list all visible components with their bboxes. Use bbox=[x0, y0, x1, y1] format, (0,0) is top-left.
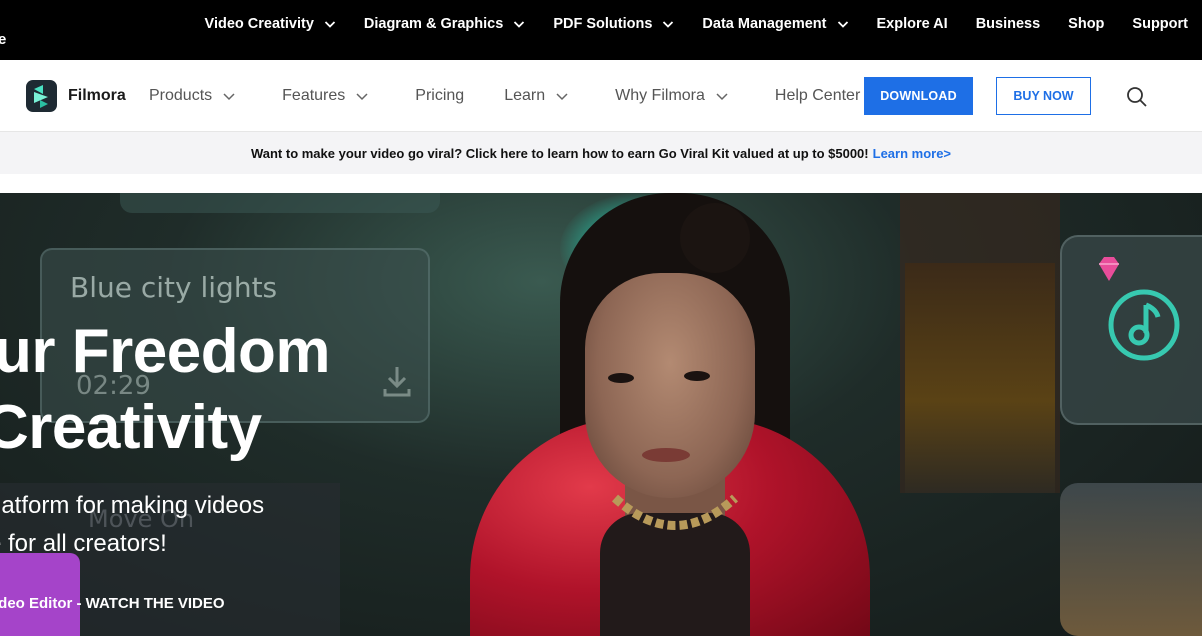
learn-more-link[interactable]: Learn more> bbox=[873, 146, 951, 161]
chevron-down-icon bbox=[837, 21, 848, 28]
topnav-label: Diagram & Graphics bbox=[363, 16, 504, 32]
top-global-nav: Video Creativity Diagram & Graphics PDF … bbox=[205, 0, 1202, 48]
topnav-label: PDF Solutions bbox=[553, 16, 653, 32]
download-button[interactable]: DOWNLOAD bbox=[864, 77, 973, 115]
hero-subtitle-line1: latform for making videos bbox=[0, 492, 265, 519]
hero-title-line2: Creativity bbox=[0, 393, 262, 462]
download-icon bbox=[383, 367, 411, 397]
watch-video-link[interactable]: ideo Editor - WATCH THE VIDEO bbox=[0, 595, 225, 612]
promo-banner[interactable]: Want to make your video go viral? Click … bbox=[0, 132, 1202, 174]
nav-label: Help Center bbox=[774, 87, 861, 104]
filmora-logo-icon bbox=[26, 80, 57, 112]
nav-features[interactable]: Features bbox=[282, 87, 369, 105]
topnav-label: Support bbox=[1132, 16, 1188, 32]
nav-label: Learn bbox=[504, 87, 546, 104]
nav-label: Why Filmora bbox=[615, 87, 705, 104]
topnav-diagram-graphics[interactable]: Diagram & Graphics bbox=[364, 16, 525, 32]
topnav-label: Explore AI bbox=[876, 16, 948, 32]
nav-label: Products bbox=[149, 87, 213, 104]
hero-person-eye bbox=[684, 371, 710, 381]
hero-title-line1: ur Freedom bbox=[0, 317, 331, 386]
hero-person-hair-bun bbox=[680, 203, 750, 273]
chevron-down-icon bbox=[223, 93, 235, 101]
nav-why-filmora[interactable]: Why Filmora bbox=[615, 87, 729, 105]
chevron-down-icon bbox=[514, 21, 525, 28]
main-header: Filmora Products Features Pricing Learn … bbox=[0, 60, 1202, 132]
nav-label: Features bbox=[282, 87, 346, 104]
topnav-video-creativity[interactable]: Video Creativity bbox=[205, 16, 336, 32]
hero-person-face bbox=[585, 273, 755, 498]
topnav-shop[interactable]: Shop bbox=[1068, 16, 1104, 32]
nav-label: Pricing bbox=[415, 87, 465, 104]
hero-person-lips bbox=[642, 448, 690, 462]
buy-now-button[interactable]: BUY NOW bbox=[996, 77, 1091, 115]
hero-section: Blue city lights 02:29 Move On ur Freedo… bbox=[0, 193, 1202, 636]
hero-panel-label: Blue city lights bbox=[70, 271, 278, 304]
hero-deco-right-image bbox=[905, 263, 1055, 493]
nav-pricing[interactable]: Pricing bbox=[415, 87, 464, 105]
filmora-logo[interactable]: Filmora bbox=[26, 80, 126, 112]
gem-icon bbox=[1099, 257, 1119, 281]
chevron-down-icon bbox=[324, 21, 336, 28]
topnav-explore-ai[interactable]: Explore AI bbox=[877, 16, 948, 32]
topbar-edge-text: e bbox=[0, 31, 7, 48]
topnav-label: Data Management bbox=[702, 16, 827, 32]
chevron-down-icon bbox=[716, 93, 728, 101]
search-icon[interactable] bbox=[1126, 86, 1148, 108]
chevron-down-icon bbox=[356, 93, 368, 101]
topnav-pdf-solutions[interactable]: PDF Solutions bbox=[553, 16, 674, 32]
topnav-label: Video Creativity bbox=[204, 16, 314, 32]
topnav-business[interactable]: Business bbox=[976, 16, 1040, 32]
nav-products[interactable]: Products bbox=[149, 87, 236, 105]
topnav-support[interactable]: Support bbox=[1132, 16, 1188, 32]
hero-deco-photo-card bbox=[1060, 483, 1202, 636]
topnav-label: Shop bbox=[1068, 16, 1105, 32]
music-note-icon bbox=[1108, 289, 1180, 361]
hero-subtitle-line2: e for all creators! bbox=[0, 530, 167, 557]
chevron-down-icon bbox=[663, 21, 674, 28]
topnav-label: Business bbox=[975, 16, 1041, 32]
main-nav: Products Features Pricing Learn Why Film… bbox=[149, 60, 930, 132]
hero-deco-panel-top bbox=[120, 193, 440, 213]
nav-learn[interactable]: Learn bbox=[504, 87, 569, 105]
logo-text: Filmora bbox=[68, 87, 126, 104]
top-global-bar: e Video Creativity Diagram & Graphics PD… bbox=[0, 0, 1202, 60]
hero-person-eye bbox=[608, 373, 634, 383]
promo-text: Want to make your video go viral? Click … bbox=[250, 145, 869, 161]
chevron-down-icon bbox=[556, 93, 568, 101]
topnav-data-management[interactable]: Data Management bbox=[702, 16, 848, 32]
